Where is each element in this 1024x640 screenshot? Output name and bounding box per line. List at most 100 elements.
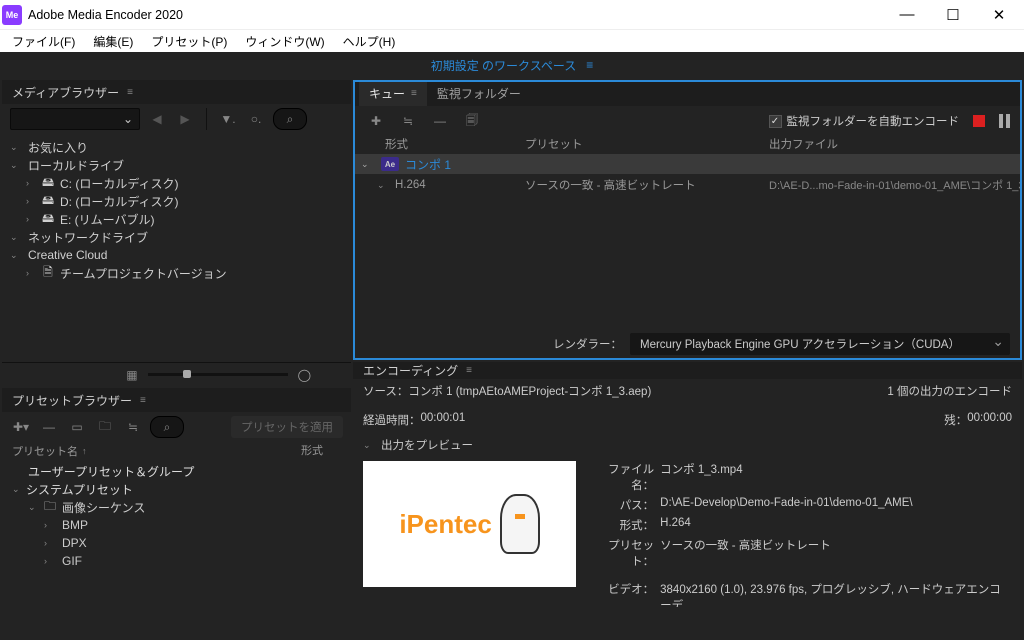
- prop-icon[interactable]: ≒: [397, 110, 419, 132]
- image-seq-group[interactable]: 画像シーケンス: [62, 499, 145, 516]
- chevron-right-icon[interactable]: ›: [44, 538, 58, 548]
- thumb-icon: ▦: [126, 368, 137, 382]
- format-value: H.264: [654, 517, 1012, 533]
- remain-label: 残：: [944, 412, 967, 428]
- system-presets-group[interactable]: システムプリセット: [26, 481, 133, 498]
- app-icon: Me: [2, 5, 22, 25]
- maximize-button[interactable]: ☐: [930, 1, 976, 29]
- app-title: Adobe Media Encoder 2020: [28, 8, 884, 22]
- edit-menu[interactable]: 編集(E): [87, 33, 139, 50]
- file-value: コンポ 1_3.mp4: [654, 461, 1012, 493]
- queue-group-label: コンポ 1: [405, 156, 451, 173]
- stop-button[interactable]: [973, 115, 985, 127]
- tab-queue[interactable]: キュー ≡: [359, 80, 427, 106]
- local-drives-node[interactable]: ローカルドライブ: [28, 157, 124, 174]
- queue-item-row[interactable]: ⌄H.264 ソースの一致 - 高速ビットレート D:\AE-D...mo-Fa…: [355, 174, 1020, 196]
- hamburger-icon[interactable]: ≡: [127, 87, 134, 98]
- source-label: ソース：コンポ 1 (tmpAEtoAMEProject-コンポ 1_3.aep…: [363, 383, 651, 399]
- col-output: 出力ファイル: [769, 136, 1020, 154]
- drive-d[interactable]: D: (ローカルディスク): [60, 193, 179, 210]
- preset-value: ソースの一致 - 高速ビットレート: [525, 177, 769, 193]
- chevron-down-icon[interactable]: ⌄: [12, 484, 26, 495]
- apply-preset-button[interactable]: プリセットを適用: [231, 416, 343, 438]
- chevron-right-icon[interactable]: ›: [44, 520, 58, 530]
- minimize-button[interactable]: —: [884, 1, 930, 29]
- thumb-size-slider[interactable]: [148, 373, 288, 376]
- chevron-right-icon[interactable]: ›: [26, 214, 40, 224]
- col-preset-name[interactable]: プリセット名: [12, 443, 78, 459]
- chevron-right-icon[interactable]: ›: [26, 178, 40, 188]
- col-format: 形式: [385, 136, 525, 154]
- renderer-label: レンダラー：: [553, 336, 622, 352]
- sort-icon[interactable]: ↑: [82, 446, 87, 456]
- favorites-node[interactable]: お気に入り: [28, 139, 88, 156]
- auto-encode-checkbox[interactable]: ✓監視フォルダーを自動エンコード: [769, 113, 960, 129]
- hamburger-icon[interactable]: ≡: [586, 58, 593, 72]
- chevron-down-icon[interactable]: ⌄: [10, 232, 24, 243]
- duplicate-icon[interactable]: 🗐: [461, 110, 483, 132]
- new-bin-icon[interactable]: 🗀: [94, 416, 116, 438]
- add-source-icon[interactable]: ✚: [365, 110, 387, 132]
- queue-group-row[interactable]: ⌄ Ae コンポ 1: [355, 154, 1020, 174]
- workspace-bar: 初期設定 のワークスペース ≡: [0, 52, 1024, 78]
- nav-back-icon[interactable]: ◀: [146, 108, 168, 130]
- chevron-down-icon[interactable]: ⌄: [363, 440, 377, 451]
- preset-menu[interactable]: プリセット(P): [145, 33, 233, 50]
- renderer-select[interactable]: Mercury Playback Engine GPU アクセラレーション（CU…: [630, 333, 1010, 355]
- tab-watch-folders[interactable]: 監視フォルダー: [427, 81, 531, 106]
- pause-button[interactable]: [999, 114, 1010, 128]
- add-icon[interactable]: ✚▾: [10, 416, 32, 438]
- video-label: ビデオ：: [592, 581, 654, 607]
- chevron-down-icon[interactable]: ⌄: [361, 159, 375, 170]
- chevron-down-icon[interactable]: ⌄: [10, 250, 24, 261]
- nav-forward-icon[interactable]: ▶: [174, 108, 196, 130]
- preset-label: プリセット：: [592, 537, 654, 569]
- ae-icon: Ae: [381, 157, 399, 171]
- preview-thumbnail: iPentec: [363, 461, 576, 587]
- preset-value: ソースの一致 - 高速ビットレート: [654, 537, 1012, 569]
- team-projects-node[interactable]: チームプロジェクトバージョン: [60, 265, 227, 282]
- ingest-icon[interactable]: ○.: [245, 108, 267, 130]
- window-menu[interactable]: ウィンドウ(W): [239, 33, 330, 50]
- workspace-name[interactable]: 初期設定 のワークスペース: [431, 57, 577, 74]
- file-menu[interactable]: ファイル(F): [6, 33, 81, 50]
- drive-e[interactable]: E: (リムーバブル): [60, 211, 155, 228]
- chevron-down-icon[interactable]: ⌄: [377, 180, 391, 191]
- separator: [206, 108, 207, 130]
- user-presets-group[interactable]: ユーザープリセット＆グループ: [28, 463, 194, 480]
- chevron-down-icon[interactable]: ⌄: [28, 502, 42, 513]
- penguin-icon: [500, 494, 540, 554]
- filter-icon[interactable]: ▼.: [217, 108, 239, 130]
- help-menu[interactable]: ヘルプ(H): [337, 33, 402, 50]
- chevron-right-icon[interactable]: ›: [26, 268, 40, 278]
- search-icon[interactable]: ⌕: [273, 108, 307, 130]
- network-drives-node[interactable]: ネットワークドライブ: [28, 229, 148, 246]
- sync-icon[interactable]: ▭: [66, 416, 88, 438]
- settings-icon[interactable]: ≒: [122, 416, 144, 438]
- search-icon[interactable]: ⌕: [150, 416, 184, 438]
- drive-c[interactable]: C: (ローカルディスク): [60, 175, 179, 192]
- chevron-right-icon[interactable]: ›: [26, 196, 40, 206]
- preset-item[interactable]: GIF: [62, 554, 82, 568]
- format-value: H.264: [395, 179, 426, 191]
- remove-icon[interactable]: —: [38, 416, 60, 438]
- team-icon: 🗎: [40, 263, 56, 284]
- creative-cloud-node[interactable]: Creative Cloud: [28, 248, 107, 262]
- close-button[interactable]: ✕: [976, 1, 1022, 29]
- path-value: D:\AE-Develop\Demo-Fade-in-01\demo-01_AM…: [654, 497, 1012, 513]
- chevron-right-icon[interactable]: ›: [44, 556, 58, 566]
- preset-item[interactable]: BMP: [62, 518, 88, 532]
- menu-bar: ファイル(F) 編集(E) プリセット(P) ウィンドウ(W) ヘルプ(H): [0, 30, 1024, 52]
- preset-item[interactable]: DPX: [62, 536, 87, 550]
- hamburger-icon[interactable]: ≡: [140, 395, 147, 406]
- chevron-down-icon[interactable]: ⌄: [10, 160, 24, 171]
- drive-icon: 🖴: [40, 209, 56, 230]
- file-label: ファイル名：: [592, 461, 654, 493]
- path-dropdown[interactable]: ⌄: [10, 108, 140, 130]
- media-browser-title: メディアブラウザー: [12, 84, 119, 101]
- remove-icon[interactable]: —: [429, 110, 451, 132]
- chevron-down-icon[interactable]: ⌄: [10, 142, 24, 153]
- col-format[interactable]: 形式: [301, 442, 341, 460]
- hamburger-icon[interactable]: ≡: [466, 365, 473, 376]
- thumb-on-icon[interactable]: ◯: [298, 368, 311, 382]
